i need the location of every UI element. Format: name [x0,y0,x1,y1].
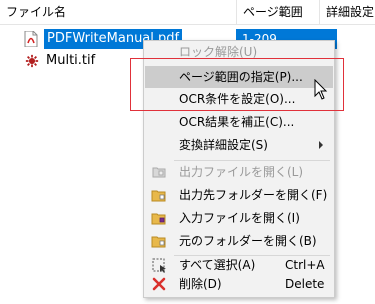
submenu-arrow-icon [319,141,323,149]
delete-icon [152,277,166,291]
menu-item-delete[interactable]: 削除(D) Delete [145,273,333,295]
select-all-icon [152,258,166,273]
column-header-detail[interactable]: 詳細設定 [320,0,375,25]
menu-item-label: OCR結果を補正(C)... [179,115,295,129]
menu-item-label: 出力先フォルダーを開く(F) [179,188,328,202]
menu-item-shortcut: Delete [285,277,325,291]
menu-item-label: 出力ファイルを開く(L) [179,165,304,179]
pdf-file-icon [24,31,38,47]
menu-item-conversion-settings[interactable]: 変換詳細設定(S) [145,134,333,156]
highlight-box [130,58,344,111]
mouse-cursor-icon [314,79,328,100]
open-source-folder-icon [151,236,166,248]
list-header: ファイル名 ページ範囲 詳細設定 [0,0,375,25]
menu-item-ocr-correct[interactable]: OCR結果を補正(C)... [145,111,333,133]
column-header-page-range[interactable]: ページ範囲 [237,0,319,25]
menu-item-label: 削除(D) [179,277,222,291]
open-output-folder-icon [151,190,166,202]
menu-item-open-source-folder[interactable]: 元のフォルダーを開く(B) [145,230,333,252]
menu-item-label: 元のフォルダーを開く(B) [179,234,317,248]
column-header-filename[interactable]: ファイル名 [0,0,236,25]
menu-item-label: 変換詳細設定(S) [179,138,268,152]
menu-item-open-output-file[interactable]: 出力ファイルを開く(L) [145,161,333,183]
menu-item-open-output-folder[interactable]: 出力先フォルダーを開く(F) [145,184,333,206]
file-name: Multi.tif [46,53,96,68]
open-output-file-icon [152,167,166,178]
menu-item-label: 入力ファイルを開く(I) [179,211,300,225]
open-input-file-icon [151,213,166,225]
menu-item-open-input-file[interactable]: 入力ファイルを開く(I) [145,207,333,229]
tif-file-icon [25,54,39,68]
